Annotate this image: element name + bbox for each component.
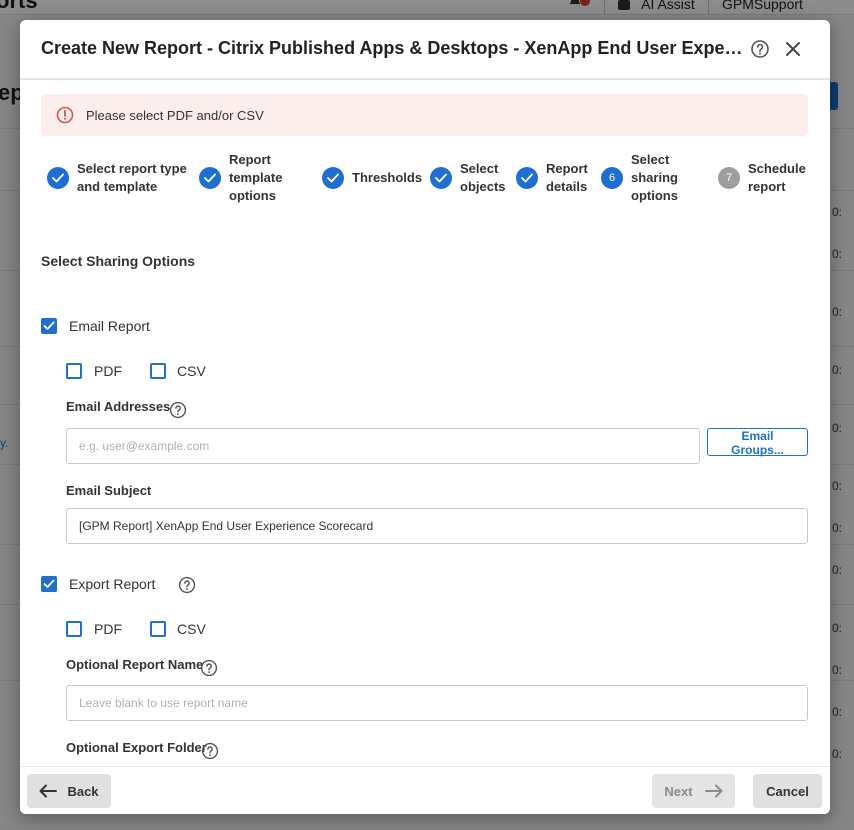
export-report-label: Export Report (69, 576, 156, 592)
help-icon[interactable] (200, 659, 218, 677)
email-subject-input[interactable] (66, 508, 808, 544)
create-report-dialog: Create New Report - Citrix Published App… (20, 20, 830, 814)
export-pdf-checkbox[interactable] (66, 621, 82, 637)
validation-alert: Please select PDF and/or CSV (41, 94, 808, 136)
step-label: Select objects (460, 161, 506, 194)
next-button[interactable]: Next (652, 774, 735, 808)
step-number: 7 (718, 167, 740, 189)
section-title: Select Sharing Options (41, 253, 196, 269)
next-label: Next (664, 783, 693, 799)
dialog-title: Create New Report - Citrix Published App… (41, 38, 743, 58)
dialog-body: Please select PDF and/or CSV Select repo… (20, 80, 830, 766)
step-select-report-type[interactable]: Select report type and template (47, 152, 197, 204)
check-icon (47, 167, 69, 189)
step-select-objects[interactable]: Select objects (430, 152, 510, 204)
help-icon[interactable] (178, 576, 196, 594)
email-pdf-label: PDF (94, 363, 122, 379)
help-icon[interactable] (169, 401, 187, 419)
email-addresses-input[interactable] (66, 428, 700, 464)
report-name-label: Optional Report Name (66, 657, 204, 672)
step-template-options[interactable]: Report template options (199, 152, 304, 204)
step-sharing-options[interactable]: 6 Select sharing options (601, 152, 691, 204)
cancel-button[interactable]: Cancel (753, 774, 822, 808)
arrow-left-icon (39, 784, 58, 798)
check-icon (199, 167, 221, 189)
email-csv-label: CSV (177, 363, 206, 379)
dialog-header: Create New Report - Citrix Published App… (20, 20, 830, 80)
export-csv-checkbox[interactable] (150, 621, 166, 637)
arrow-right-icon (704, 784, 723, 798)
export-folder-label: Optional Export Folder (66, 740, 207, 755)
step-label: Schedule report (748, 161, 806, 194)
report-name-input[interactable] (66, 685, 808, 721)
back-label: Back (67, 783, 99, 799)
export-report-checkbox[interactable] (41, 576, 57, 592)
check-icon (322, 167, 344, 189)
email-addresses-label: Email Addresses (66, 399, 171, 414)
step-schedule-report[interactable]: 7 Schedule report (718, 152, 823, 204)
help-icon[interactable] (750, 39, 770, 59)
close-icon[interactable] (783, 39, 803, 59)
email-groups-button[interactable]: Email Groups... (707, 428, 808, 457)
email-subject-label: Email Subject (66, 483, 152, 498)
step-label: Thresholds (352, 170, 423, 185)
help-icon[interactable] (201, 742, 219, 760)
export-csv-label: CSV (177, 621, 206, 637)
email-report-checkbox[interactable] (41, 318, 57, 334)
email-pdf-checkbox[interactable] (66, 363, 82, 379)
alert-message: Please select PDF and/or CSV (86, 108, 264, 123)
check-icon (516, 167, 538, 189)
dialog-footer: Back Next Cancel (20, 766, 830, 814)
check-icon (430, 167, 452, 189)
export-pdf-label: PDF (94, 621, 122, 637)
email-csv-checkbox[interactable] (150, 363, 166, 379)
back-button[interactable]: Back (27, 774, 111, 808)
email-report-label: Email Report (69, 318, 150, 334)
step-label: Report details (546, 161, 588, 194)
step-label: Report template options (229, 152, 283, 203)
step-label: Select report type and template (77, 161, 187, 194)
step-number: 6 (601, 167, 623, 189)
step-report-details[interactable]: Report details (516, 152, 596, 204)
step-label: Select sharing options (631, 152, 678, 203)
step-thresholds[interactable]: Thresholds (322, 152, 422, 204)
error-icon (56, 106, 74, 124)
